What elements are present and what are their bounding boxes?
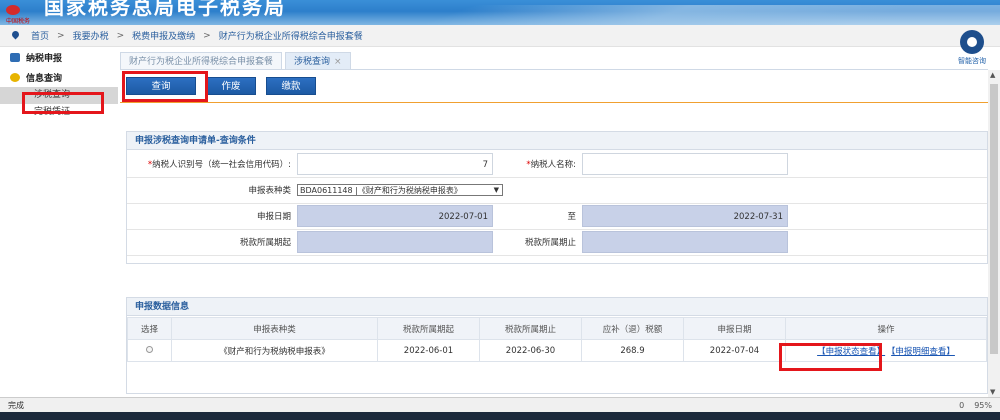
tab-tax-query[interactable]: 涉税查询 × xyxy=(285,52,351,70)
declare-date-label: 申报日期 xyxy=(127,203,297,230)
col-actions: 操作 xyxy=(785,317,987,340)
highlight-box-action xyxy=(779,343,882,371)
highlight-box-query xyxy=(122,71,208,102)
status-right: 0 95% xyxy=(959,401,1000,410)
status-text: 完成 xyxy=(8,400,24,410)
breadcrumb: 首页 > 我要办税 > 税费申报及缴纳 > 财产行为税企业所得税综合申报套餐 xyxy=(0,25,1000,47)
tab-label: 涉税查询 xyxy=(294,57,331,67)
tax-logo: 中国税务 xyxy=(6,5,38,25)
close-icon[interactable]: × xyxy=(334,57,342,67)
sidebar-group-declare[interactable]: 纳税申报 xyxy=(0,47,118,67)
breadcrumb-sep: > xyxy=(203,30,211,41)
scroll-thumb[interactable] xyxy=(990,84,998,354)
cell-period-end: 2022-06-30 xyxy=(479,339,582,362)
date-from-field[interactable]: 2022-07-01 xyxy=(297,205,493,227)
cell-declare-date: 2022-07-04 xyxy=(683,339,786,362)
breadcrumb-tax-service[interactable]: 我要办税 xyxy=(73,29,109,42)
status-bar: 完成 0 95% xyxy=(0,397,1000,412)
tab-bar: 财产行为税企业所得税综合申报套餐 涉税查询 × xyxy=(120,52,354,70)
taxpayer-id-label: *纳税人识别号（统一社会信用代码）: xyxy=(127,151,297,178)
col-period-start: 税款所属期起 xyxy=(377,317,480,340)
void-button[interactable]: 作废 xyxy=(206,77,256,95)
taxpayer-name-field[interactable] xyxy=(582,152,788,175)
form-type-label: 申报表种类 xyxy=(127,177,297,204)
col-declare-date: 申报日期 xyxy=(683,317,786,340)
breadcrumb-declare-pay[interactable]: 税费申报及缴纳 xyxy=(132,29,195,42)
table-header-row: 选择 申报表种类 税款所属期起 税款所属期止 应补（退）税额 申报日期 操作 xyxy=(127,317,987,340)
pay-button[interactable]: 缴款 xyxy=(266,77,316,95)
emblem-icon xyxy=(6,5,20,15)
col-period-end: 税款所属期止 xyxy=(479,317,582,340)
cell-period-start: 2022-06-01 xyxy=(377,339,480,362)
query-form: *纳税人识别号（统一社会信用代码）: 7 *纳税人名称: 申报表种类 BDA06… xyxy=(127,151,987,256)
smart-consult-label: 智能咨询 xyxy=(958,57,986,65)
scroll-up-icon[interactable]: ▲ xyxy=(990,71,995,79)
panel-title: 申报数据信息 xyxy=(127,298,987,316)
headset-icon xyxy=(960,30,984,54)
smart-consult[interactable]: 智能咨询 xyxy=(952,30,992,66)
period-start-label: 税款所属期起 xyxy=(127,229,297,256)
taxpayer-id-field[interactable]: 7 xyxy=(297,152,493,175)
cell-form-type: 《财产和行为税纳税申报表》 xyxy=(171,339,378,362)
vertical-scrollbar[interactable]: ▲ ▼ xyxy=(988,70,1000,397)
location-pin-icon xyxy=(12,31,19,40)
taxpayer-name-label: *纳税人名称: xyxy=(502,151,582,178)
date-to-field[interactable]: 2022-07-31 xyxy=(582,205,788,227)
col-amount: 应补（退）税额 xyxy=(581,317,684,340)
query-conditions-panel: 申报涉税查询申请单-查询条件 *纳税人识别号（统一社会信用代码）: 7 *纳税人… xyxy=(126,131,988,264)
chat-icon xyxy=(10,72,20,82)
sidebar-group-label: 纳税申报 xyxy=(26,53,63,64)
panel-title: 申报涉税查询申请单-查询条件 xyxy=(127,132,987,150)
breadcrumb-current: 财产行为税企业所得税综合申报套餐 xyxy=(218,32,363,42)
tab-combined-declaration[interactable]: 财产行为税企业所得税综合申报套餐 xyxy=(120,52,283,70)
sidebar-group-info-query[interactable]: 信息查询 xyxy=(0,67,118,87)
period-start-field[interactable] xyxy=(297,231,493,253)
os-taskbar xyxy=(0,412,1000,420)
header-banner: 中国税务 国家税务总局电子税务局 xyxy=(0,0,1000,25)
dropdown-arrow-icon: ▼ xyxy=(493,186,499,194)
tab-divider xyxy=(120,69,988,70)
col-select: 选择 xyxy=(127,317,172,340)
period-end-label: 税款所属期止 xyxy=(502,229,582,256)
logo-text: 中国税务 xyxy=(6,18,31,25)
site-title: 国家税务总局电子税务局 xyxy=(44,0,286,19)
form-type-select[interactable]: BDA0611148 |《财产和行为税纳税申报表》 ▼ xyxy=(297,184,503,196)
view-detail-link[interactable]: 【申报明细查看】 xyxy=(891,347,955,357)
toolbar-divider xyxy=(120,102,988,103)
col-form-type: 申报表种类 xyxy=(171,317,378,340)
breadcrumb-home[interactable]: 首页 xyxy=(31,29,49,42)
period-end-field[interactable] xyxy=(582,231,788,253)
banner-background xyxy=(330,5,1000,25)
breadcrumb-sep: > xyxy=(116,30,125,41)
row-select-radio[interactable] xyxy=(146,345,153,353)
notification-count: 0 xyxy=(959,400,965,410)
scroll-down-icon[interactable]: ▼ xyxy=(990,388,995,396)
grid-icon xyxy=(10,52,20,62)
highlight-box-sidebar xyxy=(22,92,104,114)
sidebar-group-label: 信息查询 xyxy=(26,73,63,84)
date-to-label: 至 xyxy=(502,203,582,230)
zoom-level[interactable]: 95% xyxy=(974,401,992,410)
cell-amount: 268.9 xyxy=(581,339,684,362)
breadcrumb-sep: > xyxy=(57,30,65,41)
